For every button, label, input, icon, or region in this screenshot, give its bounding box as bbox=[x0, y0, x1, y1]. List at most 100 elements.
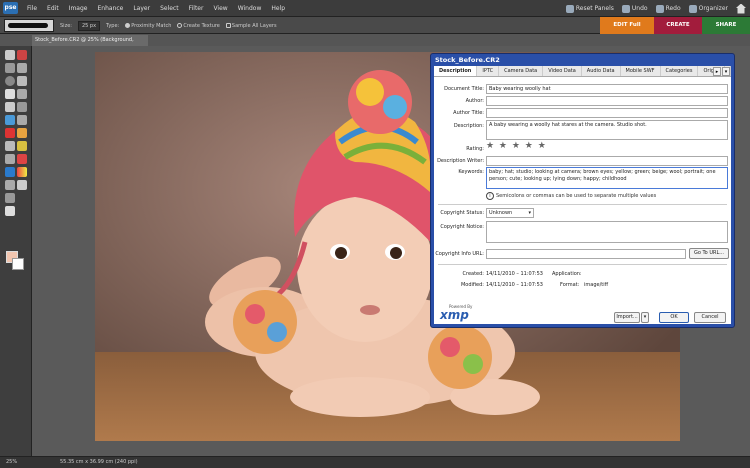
tool-options: Size: 25 px Type: Proximity Match Create… bbox=[60, 17, 277, 34]
author-title-label: Author Title: bbox=[453, 110, 484, 116]
edit-mode-tab[interactable]: EDIT Full bbox=[600, 17, 654, 34]
share-mode-tab[interactable]: SHARE bbox=[702, 17, 750, 34]
tab-camera-data[interactable]: Camera Data bbox=[499, 66, 544, 76]
hand-tool-icon[interactable] bbox=[5, 63, 15, 73]
red-eye-tool-icon[interactable] bbox=[5, 128, 15, 138]
radio-icon bbox=[177, 22, 183, 28]
tab-video-data[interactable]: Video Data bbox=[543, 66, 582, 76]
create-mode-tab[interactable]: CREATE bbox=[654, 17, 702, 34]
import-menu-chevron-icon[interactable]: ▾ bbox=[641, 312, 649, 323]
reset-panels-button[interactable]: Reset Panels bbox=[565, 4, 614, 13]
radio-icon bbox=[125, 22, 131, 28]
description-writer-label: Description Writer: bbox=[437, 158, 484, 164]
marquee-tool-icon[interactable] bbox=[5, 76, 15, 86]
checkbox-icon bbox=[225, 22, 231, 28]
type-label: Type: bbox=[106, 22, 120, 29]
clone-stamp-tool-icon[interactable] bbox=[5, 141, 15, 151]
type-tool-icon[interactable] bbox=[5, 102, 15, 112]
proximity-match-radio[interactable]: Proximity Match bbox=[125, 22, 172, 29]
import-button[interactable]: Import... bbox=[614, 312, 640, 323]
menu-window[interactable]: Window bbox=[233, 0, 267, 17]
menu-file[interactable]: File bbox=[22, 0, 42, 17]
copyright-status-select[interactable]: Unknown ▾ bbox=[486, 208, 534, 218]
blur-tool-icon[interactable] bbox=[17, 180, 27, 190]
quick-selection-tool-icon[interactable] bbox=[17, 89, 27, 99]
create-texture-radio[interactable]: Create Texture bbox=[177, 22, 220, 29]
home-button[interactable] bbox=[736, 3, 746, 14]
paint-bucket-tool-icon[interactable] bbox=[5, 167, 15, 177]
shape-tool-icon[interactable] bbox=[5, 180, 15, 190]
divider bbox=[438, 264, 727, 265]
eraser-tool-icon[interactable] bbox=[17, 154, 27, 164]
rating-label: Rating: bbox=[466, 146, 484, 152]
author-title-field[interactable] bbox=[486, 108, 728, 118]
menu-layer[interactable]: Layer bbox=[128, 0, 155, 17]
organizer-button[interactable]: Organizer bbox=[688, 4, 728, 13]
keywords-hint: Semicolons or commas can be used to sepa… bbox=[496, 193, 657, 199]
size-label: Size: bbox=[60, 22, 72, 29]
eyedropper-tool-icon[interactable] bbox=[17, 63, 27, 73]
gradient-tool-icon[interactable] bbox=[17, 167, 27, 177]
tab-scroll-arrows: ▸ ▾ bbox=[712, 66, 731, 77]
zoom-level[interactable]: 25% bbox=[6, 459, 17, 465]
document-tab[interactable]: Stock_Before.CR2 @ 25% (Background, RGB/… bbox=[32, 35, 148, 54]
zoom-tool-icon[interactable] bbox=[17, 50, 27, 60]
menu-help[interactable]: Help bbox=[266, 0, 290, 17]
move-tool-icon[interactable] bbox=[5, 50, 15, 60]
tab-menu-icon[interactable]: ▾ bbox=[722, 67, 730, 76]
tab-iptc[interactable]: IPTC bbox=[477, 66, 500, 76]
lasso-tool-icon[interactable] bbox=[17, 76, 27, 86]
format-label: Format: bbox=[560, 282, 580, 288]
tab-description[interactable]: Description bbox=[434, 66, 478, 76]
created-value: 14/11/2010 – 11:07:53 bbox=[486, 271, 543, 277]
create-texture-label: Create Texture bbox=[183, 22, 220, 29]
menu-edit[interactable]: Edit bbox=[42, 0, 64, 17]
author-field[interactable] bbox=[486, 96, 728, 106]
tab-mobile-swf[interactable]: Mobile SWF bbox=[621, 66, 661, 76]
tab-categories[interactable]: Categories bbox=[661, 66, 699, 76]
copyright-url-field[interactable] bbox=[486, 249, 686, 259]
menu-view[interactable]: View bbox=[208, 0, 232, 17]
keywords-label: Keywords: bbox=[458, 169, 484, 175]
magic-wand-tool-icon[interactable] bbox=[5, 89, 15, 99]
format-value: image/tiff bbox=[584, 282, 609, 288]
size-value[interactable]: 25 px bbox=[77, 20, 101, 31]
straighten-tool-icon[interactable] bbox=[17, 115, 27, 125]
smudge-tool-icon[interactable] bbox=[5, 206, 15, 216]
undo-icon bbox=[621, 4, 630, 13]
copyright-notice-field[interactable] bbox=[486, 221, 728, 243]
sponge-tool-icon[interactable] bbox=[5, 193, 15, 203]
go-to-url-button[interactable]: Go To URL... bbox=[689, 248, 729, 259]
description-field[interactable]: A baby wearing a woolly hat stares at th… bbox=[486, 120, 728, 140]
sample-all-layers-checkbox[interactable]: Sample All Layers bbox=[225, 22, 277, 29]
document-title-field[interactable]: Baby wearing woolly hat bbox=[486, 84, 728, 94]
tab-scroll-right-icon[interactable]: ▸ bbox=[713, 67, 721, 76]
menu-enhance[interactable]: Enhance bbox=[92, 0, 128, 17]
undo-label: Undo bbox=[631, 5, 648, 12]
background-color-swatch[interactable] bbox=[12, 258, 24, 270]
healing-brush-tool-icon[interactable] bbox=[17, 128, 27, 138]
top-right-actions: Reset Panels Undo Redo Organizer bbox=[565, 0, 746, 17]
redo-button[interactable]: Redo bbox=[655, 4, 681, 13]
author-label: Author: bbox=[465, 98, 484, 104]
status-bar: 25% 55.35 cm x 36.99 cm (240 ppi) bbox=[0, 456, 750, 468]
ok-button[interactable]: OK bbox=[659, 312, 689, 323]
cancel-button[interactable]: Cancel bbox=[694, 312, 726, 323]
document-title-label: Document Title: bbox=[444, 86, 484, 92]
cookie-cutter-tool-icon[interactable] bbox=[5, 115, 15, 125]
proximity-match-label: Proximity Match bbox=[131, 22, 172, 29]
menu-select[interactable]: Select bbox=[155, 0, 184, 17]
crop-tool-icon[interactable] bbox=[17, 102, 27, 112]
description-writer-field[interactable] bbox=[486, 156, 728, 166]
copyright-status-value: Unknown bbox=[489, 210, 513, 216]
tab-audio-data[interactable]: Audio Data bbox=[582, 66, 621, 76]
pencil-tool-icon[interactable] bbox=[17, 141, 27, 151]
brush-tool-icon[interactable] bbox=[5, 154, 15, 164]
modified-label: Modified: bbox=[460, 282, 484, 288]
menu-image[interactable]: Image bbox=[64, 0, 93, 17]
undo-button[interactable]: Undo bbox=[621, 4, 648, 13]
copyright-notice-label: Copyright Notice: bbox=[440, 224, 484, 230]
rating-stars[interactable]: ★ ★ ★ ★ ★ bbox=[486, 141, 547, 151]
menu-filter[interactable]: Filter bbox=[184, 0, 209, 17]
keywords-field[interactable]: baby; hat; studio; looking at camera; br… bbox=[486, 167, 728, 189]
